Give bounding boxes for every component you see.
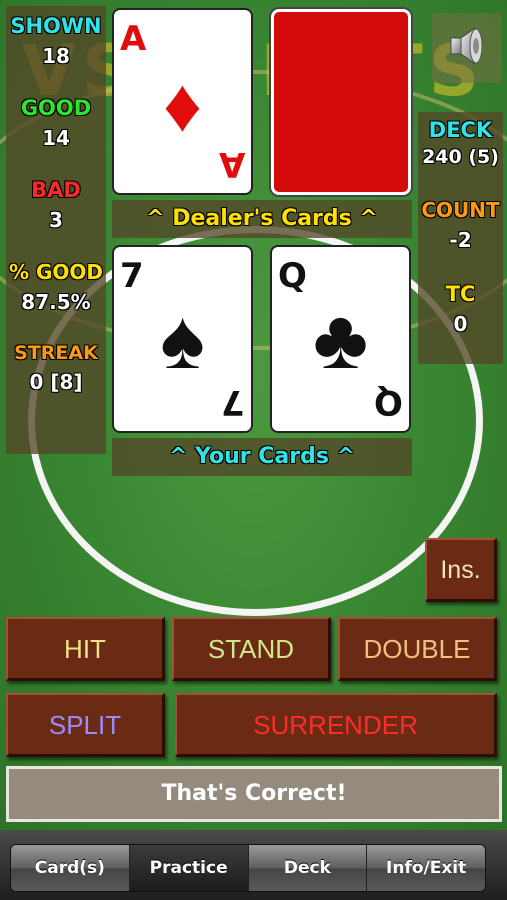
shown-value: 18: [42, 44, 70, 68]
bottom-tab-bar: Card(s) Practice Deck Info/Exit: [0, 830, 507, 900]
hit-button[interactable]: HIT: [6, 617, 165, 681]
surrender-button[interactable]: SURRENDER: [175, 693, 497, 757]
player-cards-label: ^ Your Cards ^: [112, 438, 412, 476]
player-card-rank: 7: [120, 256, 144, 296]
stand-button[interactable]: STAND: [172, 617, 331, 681]
sound-button[interactable]: [432, 13, 502, 83]
pct-good-label: % GOOD: [8, 260, 104, 284]
double-button[interactable]: DOUBLE: [338, 617, 497, 681]
player-card-rank-inverted: Q: [374, 382, 403, 422]
tc-value: 0: [453, 312, 468, 336]
streak-label: STREAK: [14, 342, 98, 364]
count-label: COUNT: [421, 198, 500, 222]
segmented-control: Card(s) Practice Deck Info/Exit: [10, 844, 486, 892]
tab-cards[interactable]: Card(s): [11, 845, 130, 891]
insurance-button[interactable]: Ins.: [425, 538, 497, 602]
good-label: GOOD: [20, 96, 92, 120]
bad-value: 3: [49, 208, 63, 232]
dealer-up-card: A ♦ A: [112, 8, 253, 195]
deck-label: DECK: [428, 118, 493, 142]
deck-value: 240 (5): [422, 146, 499, 168]
split-button[interactable]: SPLIT: [6, 693, 165, 757]
bad-label: BAD: [31, 178, 81, 202]
spade-icon: ♠: [160, 292, 205, 386]
dealer-cards-label: ^ Dealer's Cards ^: [112, 200, 412, 238]
stats-panel: SHOWN 18 GOOD 14 BAD 3 % GOOD 87.5% STRE…: [6, 6, 106, 454]
tab-info-exit[interactable]: Info/Exit: [367, 845, 485, 891]
speaker-icon: [443, 22, 491, 75]
player-card-rank-inverted: 7: [221, 382, 245, 422]
dealer-card-rank-inverted: A: [218, 144, 245, 184]
streak-value: 0 [8]: [29, 370, 83, 394]
tab-practice[interactable]: Practice: [129, 845, 249, 891]
player-card-rank: Q: [278, 256, 307, 296]
pct-good-value: 87.5%: [21, 290, 91, 314]
player-card: 7 ♠ 7: [112, 245, 253, 433]
player-card: Q ♣ Q: [270, 245, 411, 433]
count-value: -2: [449, 228, 472, 252]
good-value: 14: [42, 126, 70, 150]
count-panel: DECK 240 (5) COUNT -2 TC 0: [418, 112, 503, 364]
tc-label: TC: [445, 282, 476, 306]
result-message: That's Correct!: [6, 766, 502, 822]
club-icon: ♣: [312, 292, 369, 386]
dealer-card-rank: A: [120, 19, 147, 59]
shown-label: SHOWN: [10, 14, 102, 38]
diamond-icon: ♦: [163, 63, 202, 148]
tab-deck[interactable]: Deck: [248, 845, 368, 891]
dealer-hole-card: [271, 9, 411, 195]
